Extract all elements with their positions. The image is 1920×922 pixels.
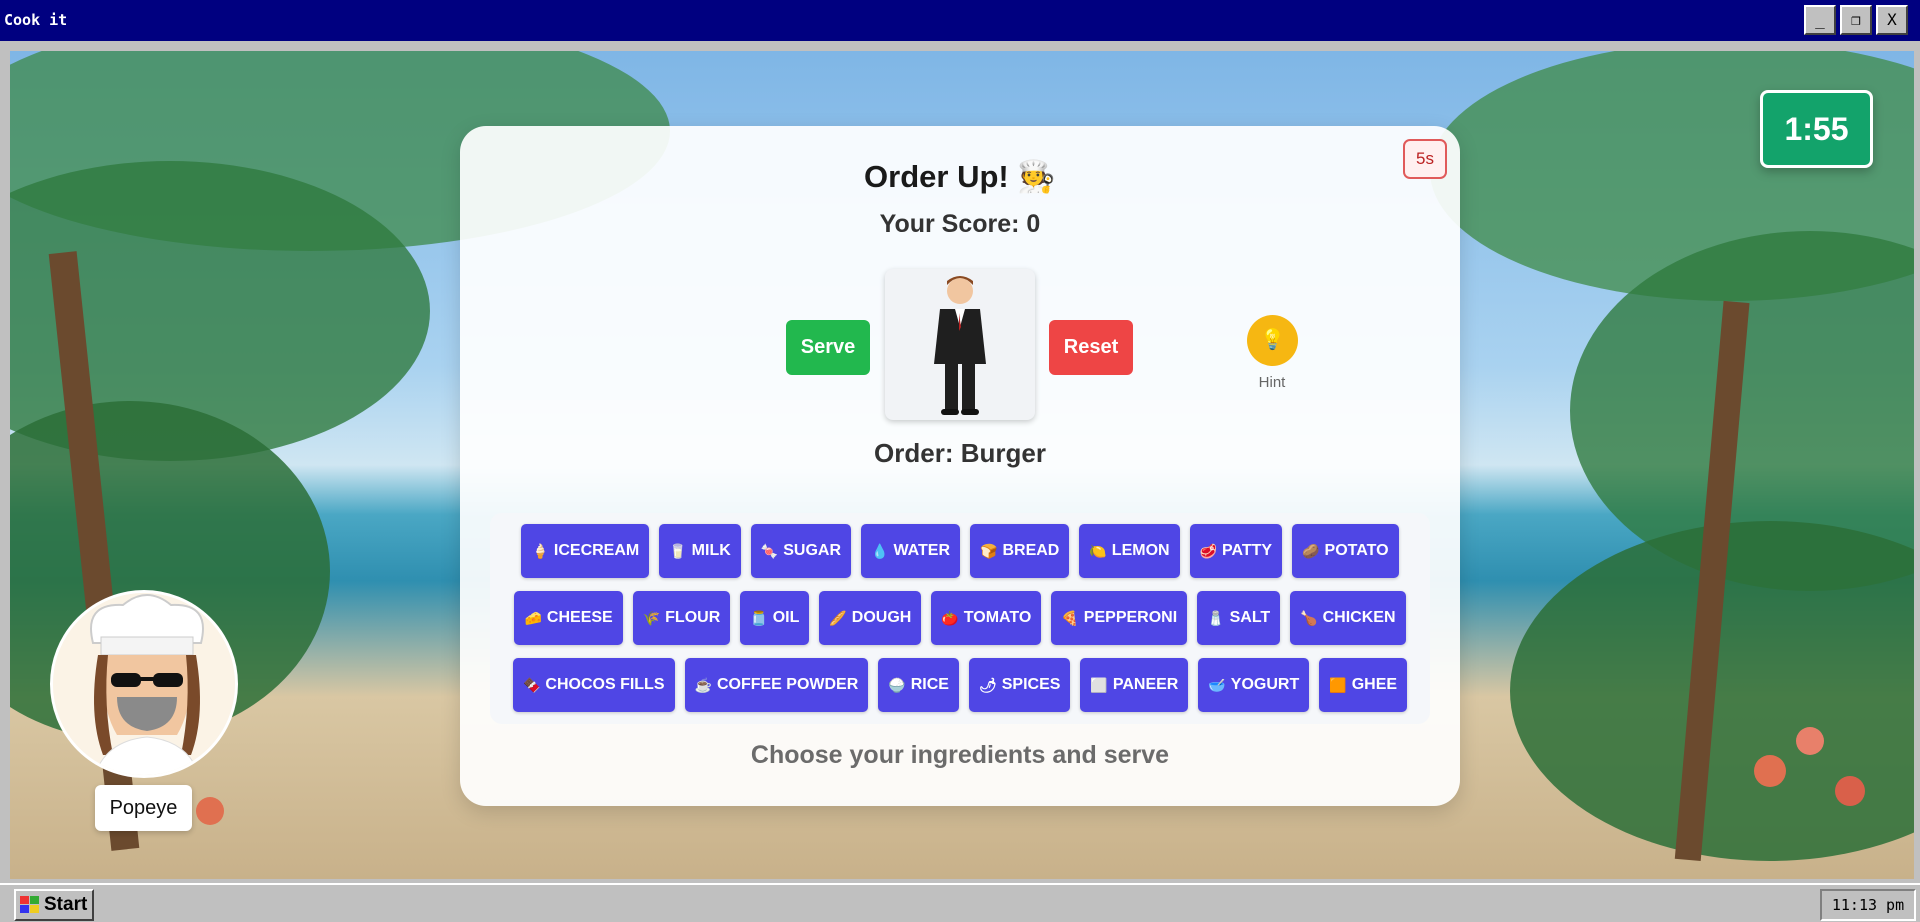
paneer-icon: ⬜ (1090, 677, 1108, 693)
chef-avatar-icon (53, 593, 235, 775)
oil-icon: 🫙 (750, 610, 768, 626)
ingredient-button-sugar[interactable]: 🍬 SUGAR (750, 524, 851, 578)
ingredient-button-ghee[interactable]: 🟧 GHEE (1319, 658, 1408, 712)
round-timer: 1:55 (1760, 90, 1873, 168)
ingredient-button-yogurt[interactable]: 🥣 YOGURT (1198, 658, 1310, 712)
hint-button[interactable]: 💡 (1247, 315, 1298, 366)
patty-icon: 🥩 (1199, 543, 1218, 559)
lemon-icon: 🍋 (1089, 543, 1107, 559)
ingredient-button-coffee-powder[interactable]: ☕ COFFEE POWDER (684, 658, 869, 712)
tomato-icon: 🍅 (941, 610, 959, 626)
ingredient-button-water[interactable]: 💧 WATER (861, 524, 961, 578)
window-title: Cook it (4, 11, 68, 29)
ingredient-button-spices[interactable]: 🌶 SPICES (968, 658, 1071, 712)
pepperoni-icon: 🍕 (1061, 610, 1079, 626)
flour-icon: 🌾 (642, 610, 661, 626)
order-label: Order: Burger (874, 438, 1046, 468)
coffee-icon: ☕ (694, 677, 712, 693)
ingredient-button-chocos-fills[interactable]: 🍫 CHOCOS FILLS (512, 658, 675, 712)
reset-button[interactable]: Reset (1049, 320, 1133, 375)
order-panel: Order Up! 🧑‍🍳 Your Score: 0 5s Serve Res… (460, 126, 1460, 806)
ingredient-button-paneer[interactable]: ⬜ PANEER (1080, 658, 1189, 712)
potato-icon: 🥔 (1302, 543, 1320, 559)
sugar-icon: 🍬 (760, 543, 779, 559)
window-titlebar: Cook it _ ❐ X (0, 0, 1920, 41)
water-icon: 💧 (871, 543, 889, 559)
customer-businessman-icon (934, 276, 986, 415)
serve-button[interactable]: Serve (786, 320, 870, 375)
ingredient-button-dough[interactable]: 🥖 DOUGH (819, 591, 922, 645)
chicken-icon: 🍗 (1300, 610, 1318, 626)
salt-icon: 🧂 (1207, 610, 1225, 626)
ingredient-button-tomato[interactable]: 🍅 TOMATO (931, 591, 1042, 645)
customer-card (885, 269, 1035, 420)
panel-title: Order Up! 🧑‍🍳 (864, 159, 1056, 194)
close-button[interactable]: X (1876, 5, 1908, 35)
dough-icon: 🥖 (829, 610, 847, 626)
ingredient-button-icecream[interactable]: 🍦 ICECREAM (521, 524, 650, 578)
ingredient-button-rice[interactable]: 🍚 RICE (878, 658, 959, 712)
windows-logo-icon (20, 896, 39, 913)
ingredient-button-salt[interactable]: 🧂 SALT (1197, 591, 1281, 645)
lightbulb-icon: 💡 (1260, 329, 1285, 351)
ingredient-grid: 🍦 ICECREAM 🥛 MILK 🍬 SUGAR 💧 WATER 🍞 BREAD 🍋 LE… (490, 513, 1430, 724)
maximize-button[interactable]: ❐ (1840, 5, 1872, 35)
chocolate-icon: 🍫 (522, 677, 541, 693)
chili-icon: 🌶 (978, 677, 997, 693)
taskbar-clock: 11:13 pm (1820, 889, 1916, 921)
score-label: Your Score: 0 (879, 210, 1041, 238)
order-countdown-badge: 5s (1403, 139, 1447, 179)
cheese-icon: 🧀 (524, 610, 542, 626)
player-name-tag: Popeye (95, 785, 192, 831)
ingredient-button-flour[interactable]: 🌾 FLOUR (632, 591, 731, 645)
ingredient-row: 🍦 ICECREAM 🥛 MILK 🍬 SUGAR 💧 WATER 🍞 BREAD 🍋 LE… (490, 524, 1430, 578)
player-avatar (50, 590, 238, 778)
ingredient-button-cheese[interactable]: 🧀 CHEESE (514, 591, 623, 645)
bread-icon: 🍞 (980, 543, 998, 559)
start-label: Start (44, 894, 88, 915)
ingredient-button-lemon[interactable]: 🍋 LEMON (1079, 524, 1180, 578)
ingredient-row: 🍫 CHOCOS FILLS ☕ COFFEE POWDER 🍚 RICE 🌶 SPIC… (490, 658, 1430, 712)
ingredient-button-bread[interactable]: 🍞 BREAD (970, 524, 1070, 578)
minimize-button[interactable]: _ (1804, 5, 1836, 35)
ingredient-button-chicken[interactable]: 🍗 CHICKEN (1290, 591, 1406, 645)
ingredient-button-pepperoni[interactable]: 🍕 PEPPERONI (1051, 591, 1188, 645)
start-button[interactable]: Start (14, 889, 94, 921)
milk-icon: 🥛 (669, 543, 687, 559)
taskbar: Start 11:13 pm (0, 883, 1920, 922)
rice-icon: 🍚 (888, 677, 906, 693)
yogurt-icon: 🥣 (1208, 677, 1226, 693)
ingredient-button-potato[interactable]: 🥔 POTATO (1292, 524, 1399, 578)
ingredient-button-patty[interactable]: 🥩 PATTY (1189, 524, 1283, 578)
ingredient-button-oil[interactable]: 🫙 OIL (740, 591, 810, 645)
instruction-text: Choose your ingredients and serve (750, 741, 1170, 769)
hint-label: Hint (1258, 374, 1286, 391)
ghee-icon: 🟧 (1329, 677, 1347, 693)
ingredient-row: 🧀 CHEESE 🌾 FLOUR 🫙 OIL 🥖 DOUGH 🍅 TOMATO 🍕 PEPP… (490, 591, 1430, 645)
icecream-icon: 🍦 (531, 543, 549, 559)
ingredient-button-milk[interactable]: 🥛 MILK (659, 524, 741, 578)
